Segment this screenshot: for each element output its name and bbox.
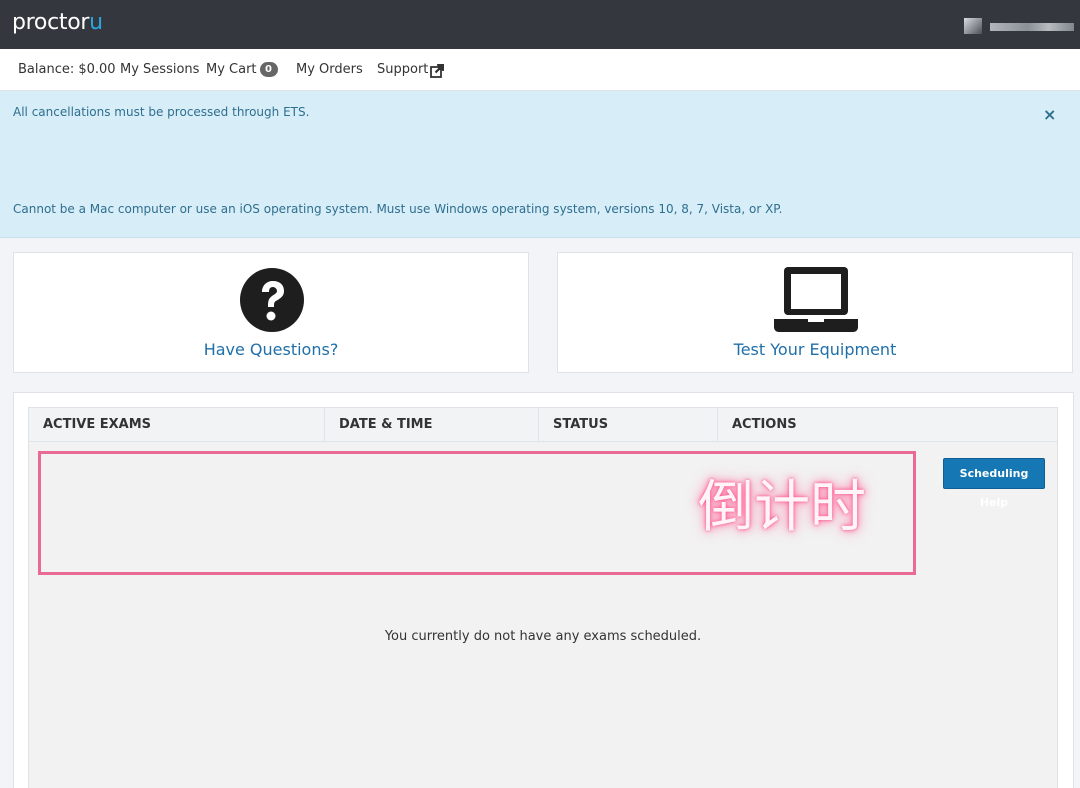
- test-equipment-label[interactable]: Test Your Equipment: [558, 340, 1072, 359]
- top-header-bar: proctoru: [0, 0, 1080, 49]
- scheduling-help-button[interactable]: Scheduling Help: [943, 458, 1045, 509]
- balance-label: Balance: $0.00: [18, 62, 116, 77]
- close-icon[interactable]: ×: [1043, 105, 1056, 124]
- header-actions: ACTIONS: [732, 417, 797, 432]
- user-name-blurred[interactable]: [990, 23, 1074, 31]
- my-cart-label: My Cart: [206, 62, 257, 77]
- countdown-annotation: 倒计时: [698, 475, 866, 540]
- logo-text: proctor: [12, 10, 90, 35]
- external-link-icon[interactable]: [430, 64, 444, 78]
- my-sessions-link[interactable]: My Sessions: [120, 62, 199, 77]
- test-equipment-card[interactable]: Test Your Equipment: [557, 252, 1073, 373]
- my-orders-link[interactable]: My Orders: [296, 62, 363, 77]
- header-active-exams: ACTIVE EXAMS: [29, 408, 325, 441]
- user-avatar-icon[interactable]: [964, 18, 982, 34]
- my-cart-link[interactable]: My Cart 0: [206, 62, 278, 77]
- proctoru-logo[interactable]: proctoru: [12, 10, 103, 35]
- cart-count-badge: 0: [259, 62, 278, 77]
- question-circle-icon: [240, 268, 304, 332]
- have-questions-card[interactable]: Have Questions?: [13, 252, 529, 373]
- laptop-icon: [774, 267, 858, 332]
- header-date-time: DATE & TIME: [325, 408, 539, 441]
- have-questions-label[interactable]: Have Questions?: [14, 340, 528, 359]
- alert-cancellation-text: All cancellations must be processed thro…: [13, 105, 310, 119]
- info-alert: All cancellations must be processed thro…: [0, 91, 1080, 238]
- exams-table-header: ACTIVE EXAMS DATE & TIME STATUS ACTIONS: [28, 407, 1058, 442]
- header-status: STATUS: [539, 408, 718, 441]
- logo-accent: u: [89, 10, 103, 35]
- no-exams-message: You currently do not have any exams sche…: [384, 629, 702, 644]
- support-link[interactable]: Support: [377, 62, 428, 77]
- alert-system-requirements-text: Cannot be a Mac computer or use an iOS o…: [13, 202, 783, 216]
